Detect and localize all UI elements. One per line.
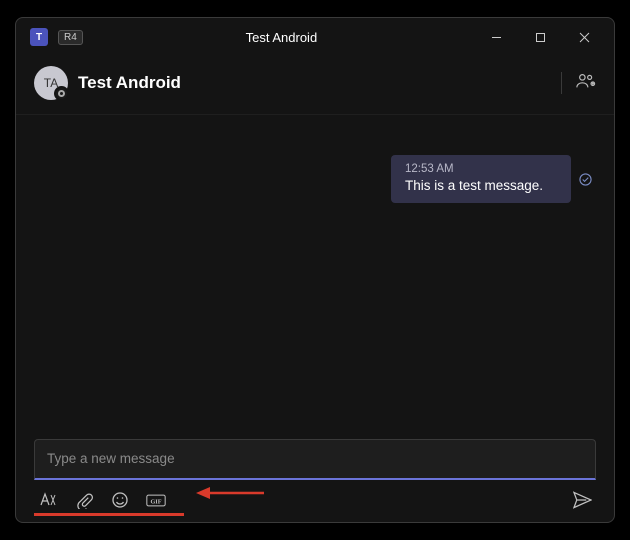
composer-toolbar: GIF: [34, 490, 596, 510]
message-row: 12:53 AM This is a test message.: [38, 155, 592, 203]
annotation-underline: [34, 513, 184, 516]
message-status-icon: [579, 173, 592, 191]
close-button[interactable]: [562, 22, 606, 52]
message-composer[interactable]: [34, 439, 596, 480]
message-bubble[interactable]: 12:53 AM This is a test message.: [391, 155, 571, 203]
composer-area: GIF: [16, 439, 614, 522]
maximize-button[interactable]: [518, 22, 562, 52]
annotation-arrow-icon: [196, 485, 266, 506]
divider: [561, 72, 562, 94]
header-actions: [561, 72, 596, 95]
chat-header: TA Test Android: [16, 56, 614, 115]
chat-title: Test Android: [78, 73, 561, 93]
chat-window: T R4 Test Android TA Test Android: [15, 17, 615, 523]
window-controls: [474, 22, 606, 52]
avatar[interactable]: TA: [34, 66, 68, 100]
teams-app-icon: T: [30, 28, 48, 46]
app-icon-letter: T: [36, 32, 42, 43]
add-people-button[interactable]: [576, 72, 596, 95]
profile-badge[interactable]: R4: [58, 30, 83, 45]
message-input[interactable]: [47, 451, 583, 466]
minimize-button[interactable]: [474, 22, 518, 52]
emoji-button[interactable]: [110, 490, 130, 510]
message-time: 12:53 AM: [405, 163, 557, 175]
presence-indicator: [54, 86, 69, 101]
send-button[interactable]: [572, 490, 592, 510]
gif-button[interactable]: GIF: [146, 490, 166, 510]
titlebar: T R4 Test Android: [16, 18, 614, 56]
format-button[interactable]: [38, 490, 58, 510]
window-title: Test Android: [89, 30, 474, 45]
message-list[interactable]: 12:53 AM This is a test message.: [16, 115, 614, 439]
svg-text:GIF: GIF: [150, 498, 161, 505]
attach-button[interactable]: [74, 490, 94, 510]
message-text: This is a test message.: [405, 178, 557, 193]
